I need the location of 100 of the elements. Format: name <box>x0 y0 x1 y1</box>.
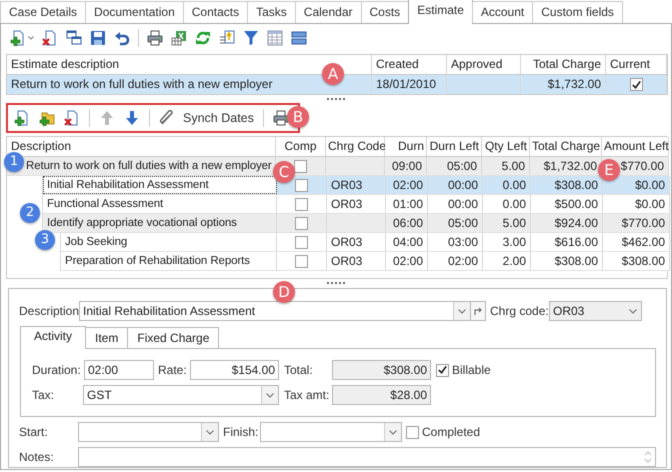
paperclip-icon <box>159 110 175 126</box>
refresh-icon[interactable] <box>195 30 211 46</box>
rate-field[interactable]: $154.00 <box>190 360 279 380</box>
checkbox[interactable] <box>406 426 419 438</box>
table-cell: Preparation of Rehabilitation Reports <box>61 252 277 270</box>
column-header[interactable]: Total Charge <box>530 137 602 156</box>
table-cell: 5.00 <box>482 157 530 175</box>
table-cell: $924.00 <box>531 214 603 232</box>
start-combo[interactable] <box>78 422 219 442</box>
new-document-icon[interactable] <box>10 30 26 46</box>
document-arrow-icon[interactable] <box>219 30 235 46</box>
down-arrow-icon[interactable] <box>124 110 140 126</box>
table-cell: 18/01/2010 <box>372 75 447 94</box>
table-cell: 02:00 <box>386 252 428 270</box>
goto-button[interactable] <box>471 301 486 321</box>
table-cell: 01:00 <box>386 195 428 213</box>
table-row[interactable]: Preparation of Rehabilitation Reports OR03 02:00 02:00 2.00 $308.00 $308.00 <box>61 252 670 271</box>
table-cell: 05:00 <box>428 214 483 232</box>
checkbox[interactable] <box>436 364 449 376</box>
table-cell: 2.00 <box>483 252 531 270</box>
column-header[interactable]: Durn <box>385 137 427 156</box>
tax-amount-field: $28.00 <box>332 385 431 405</box>
table-cell: 0.00 <box>483 195 531 213</box>
tab[interactable]: Case Details <box>0 1 86 23</box>
field-label: Start: <box>19 425 49 439</box>
dropdown-caret-icon <box>206 430 214 434</box>
table-cell: OR03 <box>327 176 386 194</box>
windows-icon[interactable] <box>66 30 82 46</box>
dropdown-caret-icon <box>266 392 274 398</box>
table-cell: 0.00 <box>483 176 531 194</box>
callout-badge: B <box>287 106 309 128</box>
notes-field[interactable] <box>78 447 656 467</box>
column-header[interactable]: Amount Left <box>602 137 669 156</box>
table-cell: OR03 <box>327 195 386 213</box>
tab[interactable]: Fixed Charge <box>127 327 220 348</box>
save-icon[interactable] <box>90 30 106 46</box>
tax-combo[interactable]: GST <box>83 385 279 405</box>
tab[interactable]: Estimate <box>408 0 473 24</box>
table-row[interactable]: Functional Assessment OR03 01:00 00:00 0.00 $500.00 $0.00 <box>43 195 670 214</box>
table-cell: $308.00 <box>531 252 603 270</box>
tab[interactable]: Activity <box>20 326 86 349</box>
filter-icon[interactable] <box>243 30 259 46</box>
field-label: Duration: <box>32 363 82 377</box>
field-label: Rate: <box>158 363 188 377</box>
table-row[interactable]: Initial Rehabilitation Assessment OR03 02:00 00:00 0.00 $308.00 $0.00 <box>43 176 670 195</box>
total-field: $308.00 <box>332 360 431 380</box>
new-document-icon[interactable] <box>14 110 30 126</box>
table-cell: $500.00 <box>531 195 603 213</box>
checkbox-label: Completed <box>422 425 480 439</box>
table-cell: 09:00 <box>385 157 427 175</box>
checkbox[interactable] <box>295 236 308 248</box>
print-icon[interactable] <box>147 30 163 46</box>
table-cell: 00:00 <box>428 195 483 213</box>
table-row[interactable]: Identify appropriate vocational options 06:00 05:00 5.00 $924.00 $770.00 <box>43 214 670 233</box>
field-label: Chrg code: <box>490 304 549 318</box>
table-cell: OR03 <box>327 252 386 270</box>
duration-field[interactable]: 02:00 <box>84 360 154 380</box>
table-cell: 03:00 <box>428 233 483 251</box>
undo-icon[interactable] <box>114 30 130 46</box>
tab[interactable]: Custom fields <box>532 1 623 23</box>
checkbox[interactable] <box>295 216 308 230</box>
table-cell: 02:00 <box>386 176 428 194</box>
table-cell: OR03 <box>327 233 386 251</box>
tab[interactable]: Account <box>472 1 534 23</box>
table-cell: 3.00 <box>483 233 531 251</box>
splitter-grip[interactable] <box>327 98 347 100</box>
description-combo[interactable]: Initial Rehabilitation Assessment <box>79 301 471 321</box>
table-cell: Job Seeking <box>61 233 277 251</box>
synch-dates-button[interactable]: Synch Dates <box>159 110 254 126</box>
checkbox[interactable] <box>295 254 308 268</box>
table-row[interactable]: Job Seeking OR03 04:00 03:00 3.00 $616.00 $462.00 <box>61 233 670 252</box>
table-cell: $770.00 <box>603 214 670 232</box>
callout-badge: D <box>273 281 295 303</box>
checkbox[interactable] <box>294 160 307 172</box>
table-cell: $0.00 <box>603 195 670 213</box>
table-cell: $308.00 <box>603 252 670 270</box>
field-label: Total: <box>284 363 314 377</box>
table-cell: 04:00 <box>386 233 428 251</box>
field-label: Notes: <box>19 450 55 464</box>
checkbox[interactable] <box>295 178 308 192</box>
table-cell: $616.00 <box>531 233 603 251</box>
add-folder-icon[interactable] <box>39 110 55 126</box>
delete-document-icon[interactable] <box>42 30 58 46</box>
column-header[interactable]: Chrg Code <box>326 137 385 156</box>
print-icon[interactable] <box>272 110 289 126</box>
table-cell: 00:00 <box>428 176 483 194</box>
delete-document-icon[interactable] <box>64 110 80 126</box>
splitter-grip[interactable] <box>327 282 347 284</box>
table-cell: $462.00 <box>603 233 670 251</box>
spreadsheet-icon[interactable] <box>171 30 187 46</box>
table-cell: $1,732.00 <box>521 75 606 94</box>
table-cell: Initial Rehabilitation Assessment <box>43 176 277 194</box>
field-label: Tax: <box>32 388 56 402</box>
caret-icon <box>28 36 34 40</box>
field-label: Tax amt: <box>284 388 330 402</box>
rows-icon[interactable] <box>291 30 307 46</box>
grid-icon[interactable] <box>267 30 283 46</box>
checkbox[interactable] <box>630 78 642 91</box>
checkbox[interactable] <box>295 198 308 210</box>
arrow-icon <box>473 306 483 316</box>
